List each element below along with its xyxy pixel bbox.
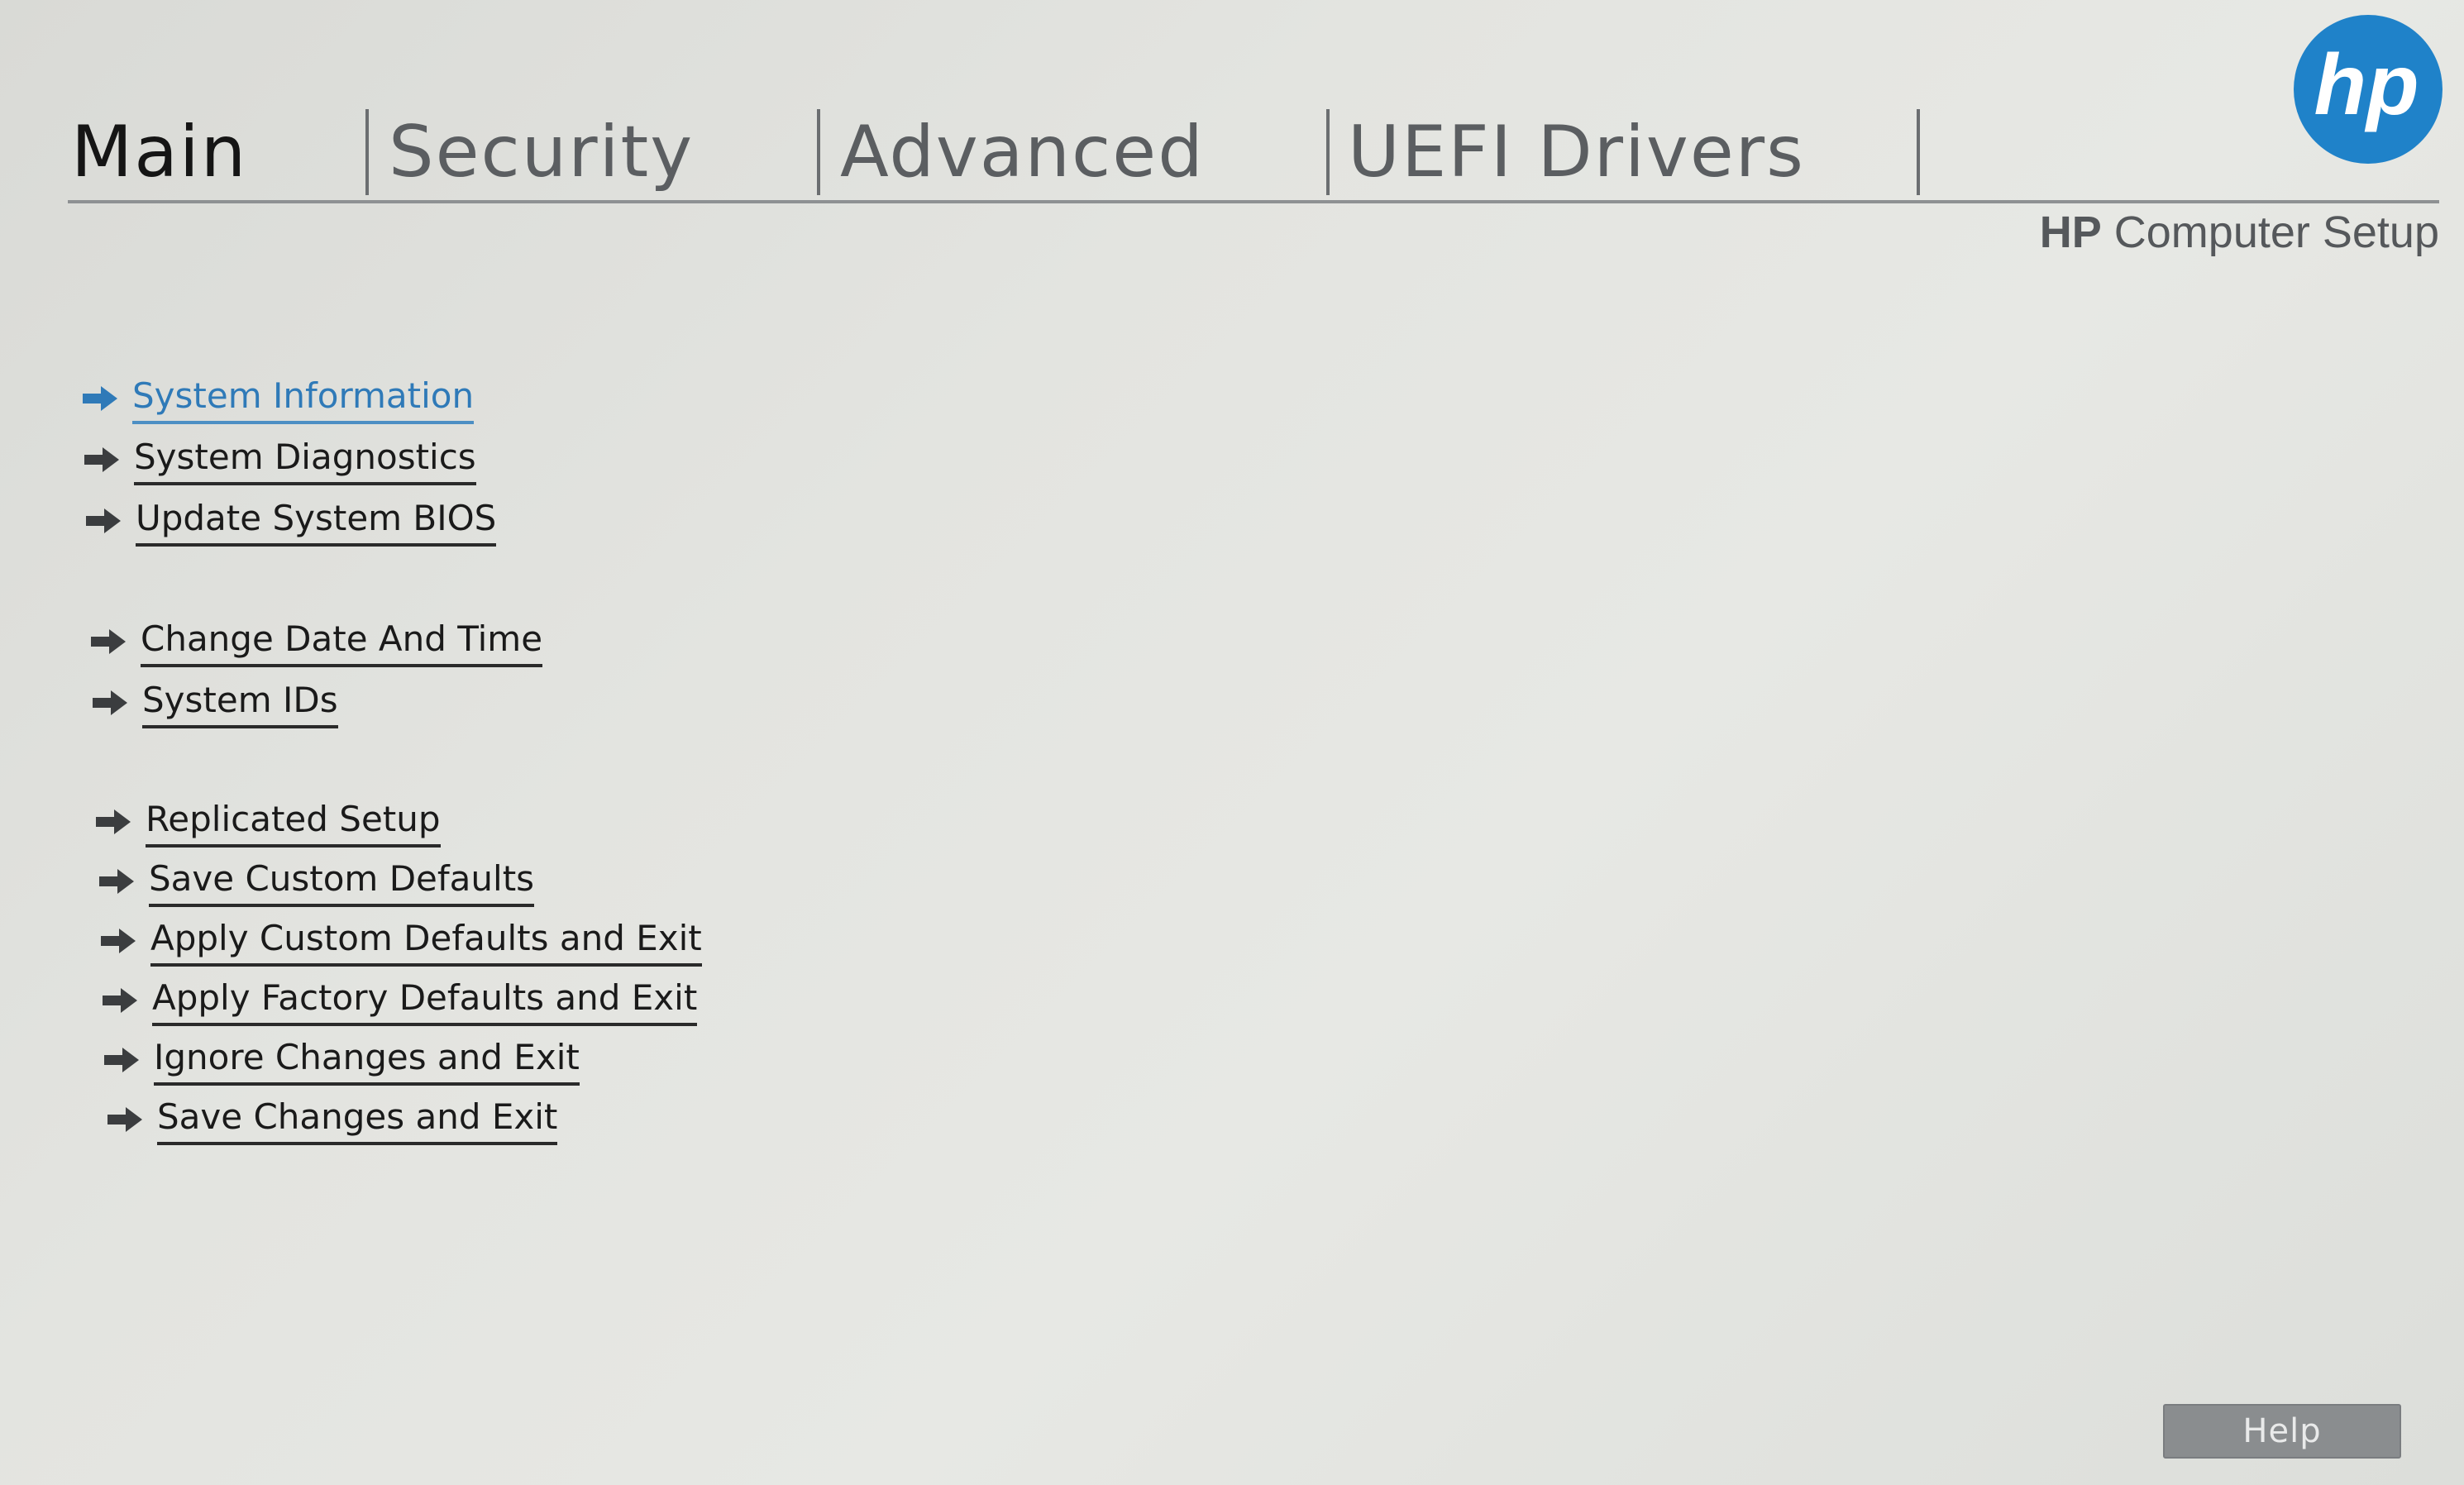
arrow-right-icon xyxy=(83,386,117,411)
product-name: Computer Setup xyxy=(2113,208,2439,257)
arrow-right-icon xyxy=(103,988,137,1013)
menu-item-label: Save Custom Defaults xyxy=(149,856,535,907)
arrow-right-icon xyxy=(93,690,127,715)
menu-item-change-date-and-time[interactable]: Change Date And Time xyxy=(89,616,543,667)
menu-item-apply-factory-defaults-and-exit[interactable]: Apply Factory Defaults and Exit xyxy=(101,975,698,1026)
product-brand: HP xyxy=(2039,208,2102,257)
tab-advanced[interactable]: Advanced xyxy=(840,99,1205,193)
menu-item-apply-custom-defaults-and-exit[interactable]: Apply Custom Defaults and Exit xyxy=(99,915,702,967)
tab-security[interactable]: Security xyxy=(389,99,694,193)
tab-bar: Main Security Advanced UEFI Drivers xyxy=(68,99,2439,205)
arrow-right-icon xyxy=(104,1048,139,1072)
tab-separator xyxy=(1326,109,1330,195)
hp-logo-text: hp xyxy=(2314,37,2419,133)
menu-item-label: Replicated Setup xyxy=(146,796,441,848)
tab-uefi-drivers[interactable]: UEFI Drivers xyxy=(1348,99,1805,193)
tab-separator xyxy=(1917,109,1920,195)
arrow-right-icon xyxy=(84,447,119,472)
arrow-right-icon xyxy=(99,869,134,894)
menu-item-label: Save Changes and Exit xyxy=(157,1094,558,1145)
arrow-right-icon xyxy=(101,929,136,953)
arrow-right-icon xyxy=(91,629,126,654)
menu-item-label: System IDs xyxy=(142,677,338,728)
help-button[interactable]: Help xyxy=(2163,1404,2401,1459)
menu-item-save-changes-and-exit[interactable]: Save Changes and Exit xyxy=(106,1094,558,1145)
arrow-right-icon xyxy=(107,1107,142,1132)
arrow-right-icon xyxy=(96,809,131,834)
menu-item-label: Ignore Changes and Exit xyxy=(154,1034,580,1086)
tab-main[interactable]: Main xyxy=(71,99,247,193)
menu-item-replicated-setup[interactable]: Replicated Setup xyxy=(94,796,441,848)
menu-item-system-diagnostics[interactable]: System Diagnostics xyxy=(83,435,476,485)
menu-item-label: System Information xyxy=(132,373,475,424)
menu-item-label: Change Date And Time xyxy=(141,616,543,667)
menu-item-save-custom-defaults[interactable]: Save Custom Defaults xyxy=(98,856,535,907)
product-title: HP Computer Setup xyxy=(1984,203,2439,261)
menu-item-system-information[interactable]: System Information xyxy=(81,373,475,424)
menu-item-update-system-bios[interactable]: Update System BIOS xyxy=(84,495,497,547)
tab-separator xyxy=(817,109,820,195)
arrow-right-icon xyxy=(86,509,121,533)
hp-logo: hp xyxy=(2294,15,2443,164)
menu-item-label: Apply Factory Defaults and Exit xyxy=(152,975,698,1026)
menu-item-label: Apply Custom Defaults and Exit xyxy=(150,915,702,967)
menu-item-ignore-changes-and-exit[interactable]: Ignore Changes and Exit xyxy=(103,1034,580,1086)
tab-separator xyxy=(365,109,369,195)
menu-item-label: Update System BIOS xyxy=(136,495,497,547)
menu-item-system-ids[interactable]: System IDs xyxy=(91,678,338,728)
menu-item-label: System Diagnostics xyxy=(134,434,476,485)
